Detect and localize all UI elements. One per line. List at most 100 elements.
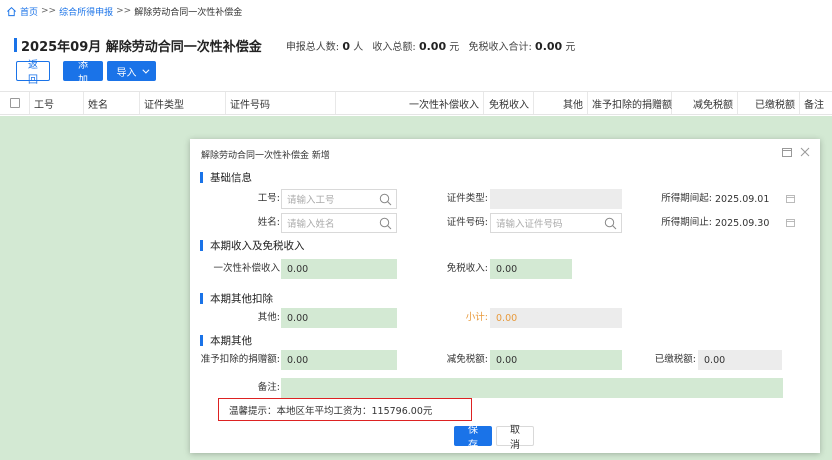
save-button[interactable]: 保存: [454, 425, 492, 451]
taxfree-value: 0.00: [535, 39, 563, 53]
calendar-icon[interactable]: [786, 194, 795, 203]
period-start-value: 2025.09.01: [715, 193, 770, 205]
dialog-title: 解除劳动合同一次性补偿金 新增: [201, 151, 330, 161]
chevron-down-icon: [141, 66, 149, 74]
name-input[interactable]: 请输入姓名: [281, 213, 397, 233]
emp-id-input[interactable]: 请输入工号: [281, 189, 397, 209]
reduce-value: 0.00: [496, 354, 518, 366]
period-end-label: 所得期间止:: [661, 217, 712, 228]
breadcrumb-home[interactable]: 首页: [20, 5, 38, 18]
taxfree-income-input[interactable]: 0.00: [490, 259, 572, 279]
breadcrumb-sep: >>: [116, 6, 132, 16]
title-row: 2025年09月 解除劳动合同一次性补偿金 申报总人数: 0 人 收入总额: 0…: [14, 36, 576, 55]
other-label: 其他:: [257, 312, 280, 323]
home-icon[interactable]: [6, 6, 17, 17]
select-all-cell: [0, 92, 30, 114]
id-type-label: 证件类型:: [446, 193, 488, 204]
breadcrumb-annual[interactable]: 综合所得申报: [59, 5, 113, 18]
section-basic: 基础信息: [200, 170, 252, 184]
period-end-field[interactable]: 2025.09.30: [713, 213, 795, 233]
col-lump-income: 一次性补偿收入: [336, 92, 484, 114]
count-label: 申报总人数:: [285, 41, 340, 53]
dialog-controls: [782, 147, 810, 157]
paid-value: 0.00: [704, 354, 726, 366]
income-value: 0.00: [418, 39, 447, 53]
subtotal-label: 小计:: [465, 312, 488, 323]
taxfree-income-value: 0.00: [496, 263, 518, 275]
reduce-input[interactable]: 0.00: [490, 350, 622, 370]
col-remark: 备注: [804, 99, 824, 111]
name-placeholder: 请输入姓名: [287, 219, 335, 230]
col-other: 其他: [534, 92, 588, 114]
count-unit: 人: [353, 41, 364, 53]
reduce-label: 减免税额:: [446, 354, 488, 365]
taxfree-unit: 元: [565, 41, 576, 53]
paid-label: 已缴税额:: [654, 354, 696, 365]
tip-text: 温馨提示：本地区年平均工资为：115796.00元: [229, 405, 433, 417]
income-unit: 元: [449, 41, 460, 53]
title-accent-bar: [14, 38, 17, 52]
section-mark: [200, 171, 203, 183]
calendar-icon[interactable]: [786, 218, 795, 227]
section-deduct: 本期其他扣除: [200, 291, 273, 305]
search-icon[interactable]: [379, 193, 392, 206]
donation-value: 0.00: [287, 354, 309, 366]
donation-input[interactable]: 0.00: [281, 350, 397, 370]
cancel-button[interactable]: 取消: [496, 425, 534, 451]
import-label: 导入: [116, 67, 137, 79]
lump-income-label: 一次性补偿收入: [213, 263, 280, 274]
section-income: 本期收入及免税收入: [200, 238, 305, 252]
table-header: 工号 姓名 证件类型 证件号码 一次性补偿收入 免税收入 其他 准予扣除的捐赠额…: [0, 91, 832, 115]
section-basic-title: 基础信息: [210, 171, 252, 184]
taxfree-label: 免税收入合计:: [468, 41, 532, 53]
name-label: 姓名:: [257, 217, 280, 228]
emp-id-label: 工号:: [257, 193, 280, 204]
col-paid: 已缴税额: [738, 92, 800, 114]
maximize-icon[interactable]: [782, 147, 792, 157]
lump-income-input[interactable]: 0.00: [281, 259, 397, 279]
id-no-input[interactable]: 请输入证件号码: [490, 213, 622, 233]
period-start-field[interactable]: 2025.09.01: [713, 189, 795, 209]
tip-box: 温馨提示：本地区年平均工资为：115796.00元: [218, 398, 472, 421]
section-mark: [200, 239, 203, 251]
remark-label: 备注:: [257, 382, 280, 393]
period-end-value: 2025.09.30: [715, 217, 770, 229]
other-value: 0.00: [287, 312, 309, 324]
col-taxfree: 免税收入: [484, 92, 534, 114]
col-name: 姓名: [84, 92, 140, 114]
section-other: 本期其他: [200, 333, 252, 347]
search-icon[interactable]: [379, 217, 392, 230]
section-other-title: 本期其他: [210, 334, 252, 347]
col-id-no: 证件号码: [226, 92, 336, 114]
col-reduce: 减免税额: [672, 92, 738, 114]
breadcrumb-current: 解除劳动合同一次性补偿金: [134, 7, 243, 18]
taxfree-income-label: 免税收入:: [446, 263, 488, 274]
breadcrumb-sep: >>: [41, 6, 57, 16]
other-input[interactable]: 0.00: [281, 308, 397, 328]
search-icon[interactable]: [604, 217, 617, 230]
add-button[interactable]: 添加: [63, 60, 103, 86]
period-start-label: 所得期间起:: [661, 193, 712, 204]
id-no-placeholder: 请输入证件号码: [496, 219, 563, 230]
remark-input[interactable]: [281, 378, 783, 398]
subtotal-field: 0.00: [490, 308, 622, 328]
id-type-select[interactable]: [490, 189, 622, 209]
col-donation: 准予扣除的捐赠额: [588, 92, 672, 114]
count-value: 0: [342, 39, 351, 53]
donation-label: 准予扣除的捐赠额:: [200, 354, 280, 365]
col-id-type: 证件类型: [140, 92, 226, 114]
import-button[interactable]: 导入: [107, 61, 156, 81]
section-mark: [200, 334, 203, 346]
section-income-title: 本期收入及免税收入: [210, 239, 305, 252]
breadcrumb: 首页 >> 综合所得申报 >> 解除劳动合同一次性补偿金: [6, 4, 242, 18]
section-deduct-title: 本期其他扣除: [210, 292, 273, 305]
page-title: 2025年09月 解除劳动合同一次性补偿金: [21, 39, 262, 55]
income-label: 收入总额:: [372, 41, 416, 53]
section-mark: [200, 292, 203, 304]
close-icon[interactable]: [800, 147, 810, 157]
select-all-checkbox[interactable]: [9, 98, 20, 108]
add-dialog: 解除劳动合同一次性补偿金 新增 基础信息 工号: 请输入工号 证件类型: 所得期…: [190, 139, 820, 453]
emp-id-placeholder: 请输入工号: [287, 195, 335, 206]
back-button[interactable]: 返回: [16, 60, 50, 86]
subtotal-value: 0.00: [496, 312, 518, 324]
